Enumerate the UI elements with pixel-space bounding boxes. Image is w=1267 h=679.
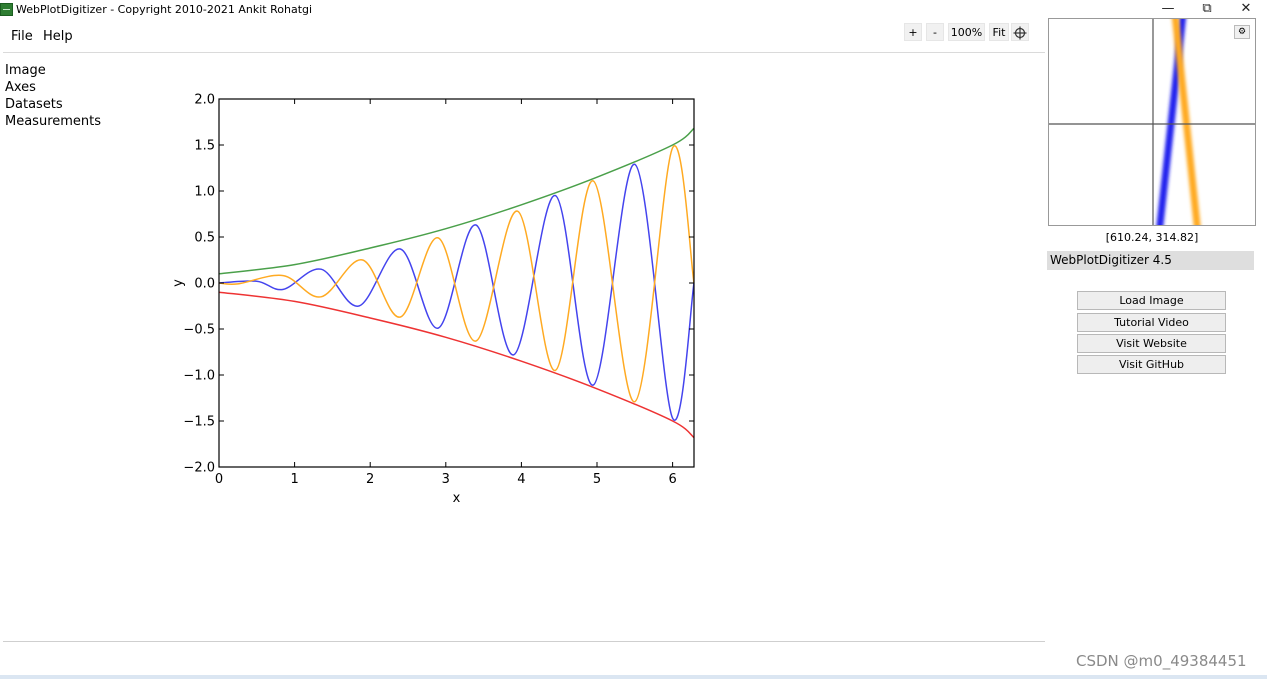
y-tick-label-6: −1.0: [183, 369, 215, 384]
version-label: WebPlotDigitizer 4.5: [1047, 251, 1254, 270]
x-tick-label-4: 4: [517, 472, 525, 487]
y-axis-label: y: [171, 279, 186, 287]
y-tick-label-7: −1.5: [183, 415, 215, 430]
side-menu-axes[interactable]: Axes: [5, 79, 101, 96]
y-tick-label-0: 2.0: [194, 93, 215, 108]
x-tick-label-3: 3: [442, 472, 450, 487]
visit-github-button[interactable]: Visit GitHub: [1077, 355, 1226, 374]
menu-help[interactable]: Help: [43, 29, 73, 45]
app-logo-icon: [0, 3, 13, 16]
visit-website-button[interactable]: Visit Website: [1077, 334, 1226, 353]
zoom-level-button[interactable]: 100%: [948, 23, 985, 41]
side-menu-measurements[interactable]: Measurements: [5, 113, 101, 130]
chart-svg[interactable]: 0 1 2 3 4 5 6 2.0 1.5 1.0 0.5 0.0 −0.5 −1.0 −1.5 −2.0 x y: [160, 85, 720, 515]
y-tick-label-4: 0.0: [194, 277, 215, 292]
top-divider: [3, 52, 1045, 53]
y-tick-label-1: 1.5: [194, 139, 215, 154]
y-tick-label-3: 0.5: [194, 231, 215, 246]
watermark: CSDN @m0_49384451: [1076, 652, 1247, 670]
zoom-in-button[interactable]: +: [904, 23, 922, 41]
bottom-strip: [0, 675, 1267, 679]
crosshair-icon[interactable]: [1011, 23, 1029, 41]
side-menu: Image Axes Datasets Measurements: [5, 62, 101, 130]
side-menu-datasets[interactable]: Datasets: [5, 96, 101, 113]
title-bar: WebPlotDigitizer - Copyright 2010-2021 A…: [0, 0, 1267, 20]
cursor-coordinates: [610.24, 314.82]: [1105, 231, 1199, 244]
x-tick-label-0: 0: [215, 472, 223, 487]
zoom-out-button[interactable]: -: [926, 23, 944, 41]
x-tick-label-5: 5: [593, 472, 601, 487]
window-title: WebPlotDigitizer - Copyright 2010-2021 A…: [16, 3, 313, 16]
plot-frame: [218, 98, 695, 468]
x-axis-label: x: [453, 491, 461, 506]
side-menu-image[interactable]: Image: [5, 62, 101, 79]
settings-icon[interactable]: ⚙: [1234, 25, 1250, 39]
x-tick-label-1: 1: [290, 472, 298, 487]
tutorial-video-button[interactable]: Tutorial Video: [1077, 313, 1226, 332]
x-tick-label-2: 2: [366, 472, 374, 487]
zoom-orange-curve: [1172, 19, 1201, 225]
close-button[interactable]: ✕: [1231, 0, 1261, 20]
fit-button[interactable]: Fit: [989, 23, 1009, 41]
x-tick-label-6: 6: [668, 472, 676, 487]
menu-file[interactable]: File: [11, 29, 33, 45]
load-image-button[interactable]: Load Image: [1077, 291, 1226, 310]
y-tick-label-5: −0.5: [183, 323, 215, 338]
restore-button[interactable]: ⧉: [1192, 0, 1222, 20]
bottom-divider: [3, 641, 1045, 642]
series-line-4: [219, 291, 694, 439]
series-line-3: [219, 127, 694, 275]
minimize-button[interactable]: —: [1153, 0, 1183, 20]
zoom-view: [1048, 18, 1256, 226]
y-tick-label-8: −2.0: [183, 461, 215, 476]
plot-image[interactable]: 0 1 2 3 4 5 6 2.0 1.5 1.0 0.5 0.0 −0.5 −1.0 −1.5 −2.0 x y: [160, 85, 720, 515]
zoom-preview: [1049, 19, 1255, 225]
y-tick-label-2: 1.0: [194, 185, 215, 200]
